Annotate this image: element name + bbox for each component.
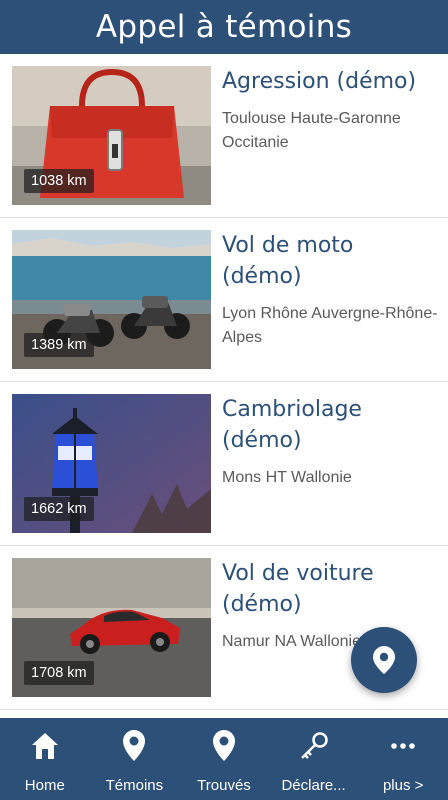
item-title: Vol de voiture (démo) <box>222 561 374 617</box>
map-pin-icon <box>212 728 235 764</box>
item-thumbnail: 1389 km <box>12 230 211 369</box>
map-fab-button[interactable] <box>351 627 417 693</box>
nav-label: Home <box>24 777 65 794</box>
item-thumbnail: 1708 km <box>12 558 211 697</box>
item-thumbnail: 1662 km <box>12 394 211 533</box>
distance-badge: 1389 km <box>24 333 94 357</box>
item-info: Agression (démo) Toulouse Haute-Garonne … <box>222 66 438 155</box>
nav-label: Témoins <box>105 777 164 794</box>
app-screen: Appel à témoins 1038 km Agression (démo)… <box>0 0 448 800</box>
item-thumbnail: 1038 km <box>12 66 211 205</box>
distance-badge: 1708 km <box>24 661 94 685</box>
list-item[interactable]: 1389 km Vol de moto (démo) Lyon Rhône Au… <box>0 218 448 382</box>
nav-label: Déclare... <box>281 777 346 794</box>
item-title: Vol de moto (démo) <box>222 233 354 289</box>
list-item[interactable]: 1038 km Agression (démo) Toulouse Haute-… <box>0 54 448 218</box>
item-location: Mons HT Wallonie <box>222 469 352 486</box>
home-icon <box>30 728 60 764</box>
bottom-navigation: Home Témoins Trouvés Déclare... plus > <box>0 718 448 800</box>
distance-badge: 1662 km <box>24 497 94 521</box>
nav-item-temoins[interactable]: Témoins <box>90 718 180 800</box>
more-dots-icon <box>391 728 415 764</box>
list-item[interactable]: 1662 km Cambriolage (démo) Mons HT Wallo… <box>0 382 448 546</box>
item-info: Cambriolage (démo) Mons HT Wallonie <box>222 394 438 490</box>
key-icon <box>298 728 330 764</box>
item-title: Agression (démo) <box>222 69 417 94</box>
app-header: Appel à témoins <box>0 0 448 54</box>
item-title: Cambriolage (démo) <box>222 397 362 453</box>
distance-badge: 1038 km <box>24 169 94 193</box>
item-location: Lyon Rhône Auvergne-Rhône-Alpes <box>222 305 438 346</box>
nav-item-more[interactable]: plus > <box>358 718 448 800</box>
nav-item-trouves[interactable]: Trouvés <box>179 718 269 800</box>
nav-item-home[interactable]: Home <box>0 718 90 800</box>
item-location: Toulouse Haute-Garonne Occitanie <box>222 110 401 151</box>
page-title: Appel à témoins <box>95 9 353 45</box>
witness-call-list[interactable]: 1038 km Agression (démo) Toulouse Haute-… <box>0 54 448 718</box>
nav-label: Trouvés <box>197 777 251 794</box>
nav-item-declarer[interactable]: Déclare... <box>269 718 359 800</box>
nav-label: plus > <box>382 777 424 794</box>
map-pin-icon <box>123 728 146 764</box>
map-pin-icon <box>373 646 395 674</box>
item-info: Vol de moto (démo) Lyon Rhône Auvergne-R… <box>222 230 438 350</box>
